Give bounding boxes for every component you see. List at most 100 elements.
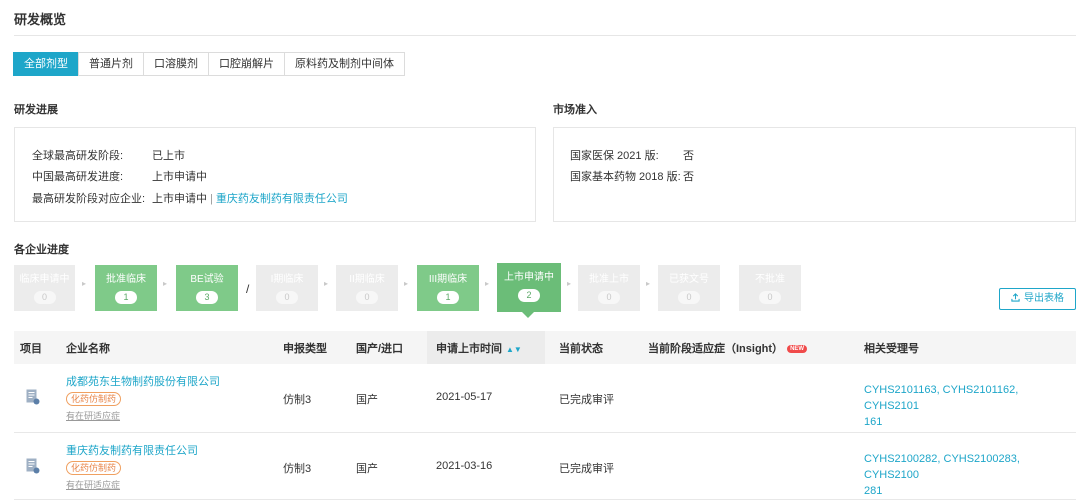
- dosage-tabs: 全部剂型 普通片剂 口溶膜剂 口腔崩解片 原料药及制剂中间体: [13, 52, 405, 76]
- new-badge: NEW: [787, 345, 808, 353]
- stage-count: 0: [276, 291, 298, 304]
- market-value: 否: [683, 171, 694, 183]
- cell-date: 2021-05-17: [436, 391, 493, 403]
- th-acceptance-numbers: 相关受理号: [864, 343, 919, 355]
- market-row-nrdl: 国家医保 2021 版: 否: [570, 147, 694, 163]
- th-origin: 国产/进口: [356, 343, 404, 355]
- stage-count: 0: [356, 291, 378, 304]
- market-label: 国家医保 2021 版:: [570, 150, 659, 162]
- th-item: 项目: [20, 343, 42, 355]
- chevron-right-icon: ▸: [82, 279, 87, 288]
- company-progress-title: 各企业进度: [14, 244, 69, 256]
- separator: |: [210, 193, 213, 205]
- stage-name: III期临床: [428, 274, 468, 285]
- stage-name: 批准上市: [589, 274, 629, 285]
- th-insight-label: 当前阶段适应症（Insight）: [648, 343, 784, 355]
- stage-phase-3[interactable]: III期临床 1: [417, 265, 479, 311]
- document-icon: [26, 458, 40, 474]
- stage-approval-number[interactable]: 已获文号 0: [658, 265, 720, 311]
- rd-value: 已上市: [152, 150, 185, 162]
- stage-market-application[interactable]: 上市申请中 2: [497, 263, 561, 312]
- row-divider: [14, 432, 1076, 433]
- market-row-essential: 国家基本药物 2018 版: 否: [570, 168, 694, 184]
- cell-origin: 国产: [356, 463, 378, 475]
- table-row-company: 重庆药友制药有限责任公司 化药仿制药 有在研适应症: [66, 442, 198, 491]
- stage-count: 3: [196, 291, 218, 304]
- cell-date: 2021-03-16: [436, 460, 493, 472]
- stage-clinical-application[interactable]: 临床申请中 0: [14, 265, 75, 311]
- stage-count: 0: [678, 291, 700, 304]
- tab-api[interactable]: 原料药及制剂中间体: [284, 52, 405, 76]
- market-value: 否: [683, 150, 694, 162]
- stage-name: 已获文号: [669, 274, 709, 285]
- rd-value: 上市申请中: [152, 171, 207, 183]
- company-link[interactable]: 成都苑东生物制药股份有限公司: [66, 373, 220, 389]
- export-label: 导出表格: [1024, 293, 1064, 304]
- th-application-date[interactable]: 申请上市时间 ▲▼: [436, 340, 522, 356]
- page-title: 研发概览: [14, 12, 67, 27]
- stage-name: 不批准: [755, 274, 785, 285]
- indication-link[interactable]: 有在研适应症: [66, 480, 120, 490]
- acceptance-numbers-line[interactable]: CYHS2101163, CYHS2101162, CYHS2101: [864, 382, 1074, 414]
- chevron-right-icon: ▸: [646, 279, 651, 288]
- stage-clinical-approved[interactable]: 批准临床 1: [95, 265, 157, 311]
- table-row-company: 成都苑东生物制药股份有限公司 化药仿制药 有在研适应症: [66, 373, 220, 422]
- stage-count: 2: [518, 289, 540, 302]
- stage-name: 批准临床: [106, 274, 146, 285]
- stage-be-trial[interactable]: BE试验 3: [176, 265, 238, 311]
- market-label: 国家基本药物 2018 版:: [570, 171, 681, 183]
- row-divider: [14, 499, 1076, 500]
- acceptance-numbers[interactable]: CYHS2100282, CYHS2100283, CYHS2100 281: [864, 451, 1074, 499]
- stage-name: 上市申请中: [504, 272, 554, 283]
- rd-label: 全球最高研发阶段:: [32, 150, 124, 162]
- stage-phase-1[interactable]: I期临床 0: [256, 265, 318, 311]
- rd-row-company: 最高研发阶段对应企业: 上市申请中 | 重庆药友制药有限责任公司: [32, 190, 348, 206]
- export-table-button[interactable]: 导出表格: [999, 288, 1076, 310]
- cell-status: 已完成审评: [559, 394, 614, 406]
- tab-tablet[interactable]: 普通片剂: [78, 52, 144, 76]
- stage-rejected[interactable]: 不批准 0: [739, 265, 801, 311]
- rd-label: 最高研发阶段对应企业:: [32, 193, 146, 205]
- chevron-right-icon: ▸: [567, 279, 572, 288]
- stage-count: 0: [759, 291, 781, 304]
- drug-type-tag: 化药仿制药: [66, 461, 122, 475]
- stage-phase-2[interactable]: II期临床 0: [336, 265, 398, 311]
- stage-name: BE试验: [190, 274, 224, 285]
- rd-progress-title: 研发进展: [14, 104, 58, 116]
- stage-name: 临床申请中: [19, 274, 70, 285]
- current-stage-pointer: [522, 312, 534, 318]
- th-type: 申报类型: [283, 343, 327, 355]
- cell-origin: 国产: [356, 394, 378, 406]
- chevron-right-icon: ▸: [404, 279, 409, 288]
- th-date-label: 申请上市时间: [436, 343, 502, 355]
- tab-odt[interactable]: 口腔崩解片: [208, 52, 285, 76]
- stage-count: 0: [33, 291, 56, 304]
- stage-count: 1: [115, 291, 137, 304]
- acceptance-numbers[interactable]: CYHS2101163, CYHS2101162, CYHS2101 161: [864, 382, 1074, 430]
- document-icon: [26, 389, 40, 405]
- divider: [14, 35, 1076, 36]
- rd-label: 中国最高研发进度:: [32, 171, 124, 183]
- cell-type: 仿制3: [283, 394, 312, 406]
- th-company: 企业名称: [66, 343, 110, 355]
- rd-row-global: 全球最高研发阶段: 已上市: [32, 147, 185, 163]
- stage-market-approved[interactable]: 批准上市 0: [578, 265, 640, 311]
- company-link[interactable]: 重庆药友制药有限责任公司: [66, 442, 198, 458]
- stage-count: 0: [598, 291, 620, 304]
- stage-separator: /: [246, 282, 250, 296]
- th-status: 当前状态: [559, 343, 603, 355]
- market-access-title: 市场准入: [553, 104, 597, 116]
- tab-all[interactable]: 全部剂型: [13, 52, 79, 76]
- acceptance-numbers-line[interactable]: 281: [864, 483, 1074, 499]
- rd-value: 上市申请中: [152, 193, 207, 205]
- rd-row-china: 中国最高研发进度: 上市申请中: [32, 168, 207, 184]
- acceptance-numbers-line[interactable]: 161: [864, 414, 1074, 430]
- stage-count: 1: [437, 291, 459, 304]
- sort-icon[interactable]: ▲▼: [506, 345, 522, 354]
- drug-type-tag: 化药仿制药: [66, 392, 122, 406]
- acceptance-numbers-line[interactable]: CYHS2100282, CYHS2100283, CYHS2100: [864, 451, 1074, 483]
- indication-link[interactable]: 有在研适应症: [66, 411, 120, 421]
- stage-name: II期临床: [349, 274, 385, 285]
- company-link[interactable]: 重庆药友制药有限责任公司: [216, 193, 348, 205]
- tab-oral-film[interactable]: 口溶膜剂: [143, 52, 209, 76]
